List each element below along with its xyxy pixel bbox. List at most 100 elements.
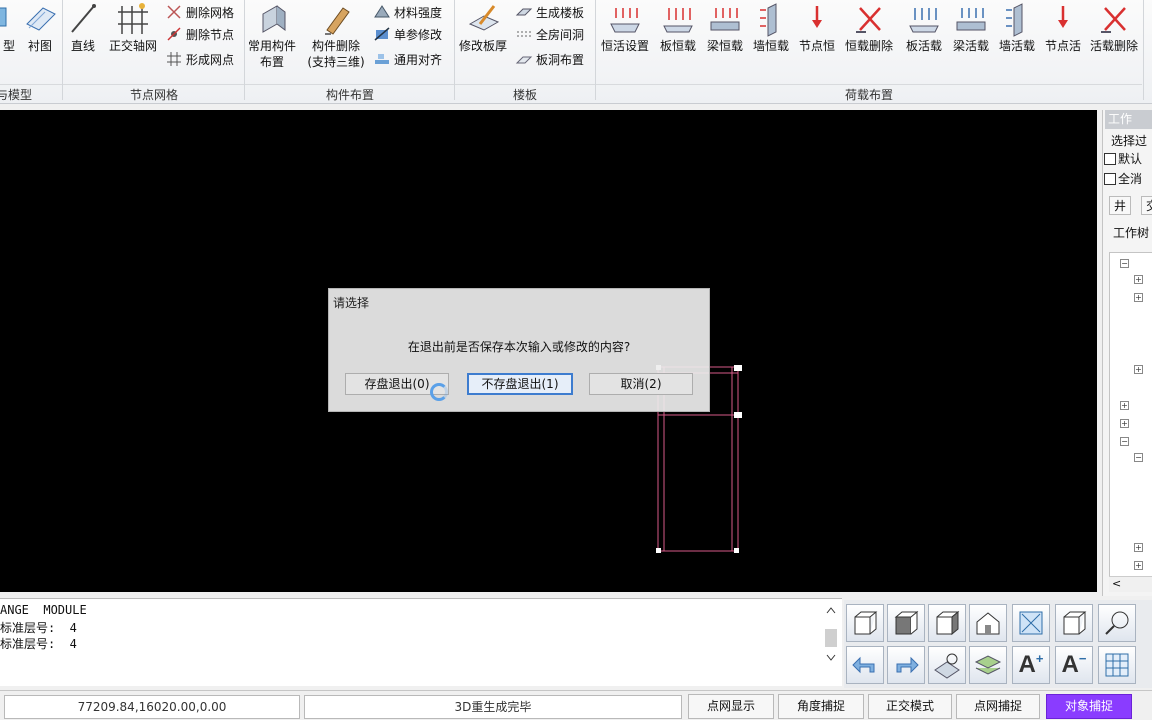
delete-node-label: 删除节点: [186, 27, 235, 42]
form-node-button[interactable]: 形成网点: [165, 47, 234, 71]
undo-button[interactable]: [846, 646, 884, 684]
beam-load-icon: [710, 8, 740, 31]
clear-all-checkbox[interactable]: [1104, 172, 1116, 185]
slab-dead-load-button[interactable]: 板恒载: [656, 0, 700, 82]
box-view-button[interactable]: [1055, 604, 1093, 642]
full-room-opening-button[interactable]: 全房间洞: [515, 22, 584, 46]
default-checkbox[interactable]: [1104, 152, 1116, 165]
live-load-delete-label: 活载删除: [1089, 39, 1138, 53]
material-strength-button[interactable]: 材料强度: [373, 0, 442, 24]
node-dead-button[interactable]: 节点恒: [794, 0, 840, 82]
general-align-button[interactable]: 通用对齐: [373, 47, 442, 71]
underlay-button[interactable]: 衬图: [22, 0, 58, 82]
line-button-label: 直线: [70, 39, 95, 53]
component-delete-button[interactable]: 构件删除 (支持三维): [303, 0, 369, 82]
node-load-icon: [812, 6, 822, 28]
front-view-button[interactable]: [846, 604, 884, 642]
beam-live-load-label: 梁活载: [952, 39, 989, 53]
layer-filter-icon: [934, 653, 960, 679]
box-icon: [1063, 611, 1087, 635]
grid-snap-toggle[interactable]: 点网捕捉: [956, 694, 1040, 719]
beam-live-load-button[interactable]: 梁活载: [948, 0, 994, 82]
layer-filter-button[interactable]: [928, 646, 966, 684]
delete-grid-button[interactable]: 删除网格: [165, 0, 234, 24]
iso-view-button[interactable]: [969, 604, 1007, 642]
node-live-button[interactable]: 节点活: [1040, 0, 1086, 82]
tree-collapse-icon[interactable]: −: [1120, 259, 1129, 268]
live-load-delete-button[interactable]: 活载删除: [1086, 0, 1142, 82]
form-node-icon: [167, 52, 181, 66]
ribbon-group-model: 型 衬图 与模型: [0, 0, 62, 104]
delete-node-button[interactable]: 删除节点: [165, 22, 234, 46]
font-shrink-button[interactable]: A−: [1055, 646, 1093, 684]
ortho-axis-grid-button[interactable]: 正交轴网: [105, 0, 161, 82]
tree-collapse-icon[interactable]: −: [1134, 453, 1143, 462]
form-node-label: 形成网点: [186, 52, 235, 67]
drawing-canvas[interactable]: 请选择 在退出前是否保存本次输入或修改的内容? 存盘退出(0) 不存盘退出(1)…: [0, 110, 1097, 592]
wall-dead-load-button[interactable]: 墙恒载: [748, 0, 794, 82]
tree-expand-icon[interactable]: +: [1134, 365, 1143, 374]
top-view-button[interactable]: [887, 604, 925, 642]
redo-button[interactable]: [887, 646, 925, 684]
dead-live-setting-label: 恒活设置: [600, 39, 649, 53]
slab-dead-load-label: 板恒载: [659, 39, 696, 53]
modify-slab-thickness-button[interactable]: 修改板厚: [455, 0, 511, 82]
line-icon: [71, 4, 96, 33]
wall-dead-load-label: 墙恒载: [752, 39, 789, 53]
generate-slab-button[interactable]: 生成楼板: [515, 0, 584, 24]
group-label-node-grid: 节点网格: [63, 84, 245, 102]
grid-view-button[interactable]: [1098, 646, 1136, 684]
work-tree[interactable]: − + + + + + − − + +: [1109, 252, 1152, 590]
layer-stack-button[interactable]: [969, 646, 1007, 684]
command-scrollbar[interactable]: [822, 603, 840, 667]
modify-icon: [374, 27, 390, 41]
dead-load-delete-button[interactable]: 恒载删除: [840, 0, 898, 82]
font-enlarge-button[interactable]: A+: [1012, 646, 1050, 684]
default-checkbox-label: 默认: [1118, 152, 1143, 166]
angle-snap-toggle[interactable]: 角度捕捉: [778, 694, 864, 719]
subtab-b[interactable]: 交: [1141, 196, 1152, 215]
clear-all-checkbox-row[interactable]: 全消: [1104, 170, 1142, 187]
slab-live-load-button[interactable]: 板活载: [902, 0, 946, 82]
no-save-exit-button[interactable]: 不存盘退出(1): [467, 373, 573, 395]
type-button[interactable]: 型: [0, 0, 24, 82]
font-shrink-icon: A−: [1061, 651, 1087, 678]
slab-opening-icon: [515, 56, 533, 64]
scroll-thumb[interactable]: [825, 629, 837, 647]
zoom-extents-button[interactable]: [1012, 604, 1050, 642]
slab-load-icon: [663, 8, 693, 33]
orbit-button[interactable]: [1098, 604, 1136, 642]
command-output[interactable]: ANGE MODULE 标准层号: 4 标准层号: 4: [0, 598, 842, 686]
scroll-left-icon[interactable]: <: [1112, 577, 1121, 590]
cube-top-icon: [894, 610, 919, 635]
subtab-a[interactable]: 井: [1109, 196, 1132, 215]
single-param-modify-button[interactable]: 单参修改: [373, 22, 442, 46]
cancel-button[interactable]: 取消(2): [589, 373, 693, 395]
default-checkbox-row[interactable]: 默认: [1104, 150, 1142, 167]
grid-display-toggle[interactable]: 点网显示: [688, 694, 774, 719]
tree-horizontal-scrollbar[interactable]: <: [1109, 576, 1152, 592]
line-button[interactable]: 直线: [65, 0, 101, 82]
wall-live-load-button[interactable]: 墙活载: [994, 0, 1040, 82]
slab-opening-button[interactable]: 板洞布置: [515, 47, 584, 71]
dialog-title: 请选择: [333, 296, 370, 310]
tree-expand-icon[interactable]: +: [1134, 275, 1143, 284]
orbit-icon: [1105, 611, 1129, 635]
ortho-mode-toggle[interactable]: 正交模式: [868, 694, 952, 719]
work-panel-tab[interactable]: 工作: [1105, 110, 1152, 129]
beam-dead-load-button[interactable]: 梁恒载: [702, 0, 748, 82]
dead-live-setting-button[interactable]: 恒活设置: [596, 0, 654, 82]
tree-expand-icon[interactable]: +: [1134, 543, 1143, 552]
tree-expand-icon[interactable]: +: [1134, 293, 1143, 302]
command-line: 标准层号: 4: [0, 621, 77, 635]
tree-expand-icon[interactable]: +: [1134, 561, 1143, 570]
tree-expand-icon[interactable]: +: [1120, 419, 1129, 428]
common-component-button[interactable]: 常用构件 布置: [245, 0, 299, 82]
tree-collapse-icon[interactable]: −: [1120, 437, 1129, 446]
single-param-modify-label: 单参修改: [394, 27, 443, 42]
object-snap-toggle[interactable]: 对象捕捉: [1046, 694, 1132, 719]
common-component-label-2: 布置: [259, 55, 284, 69]
side-view-button[interactable]: [928, 604, 966, 642]
view-toolbar: A+ A−: [844, 600, 1152, 688]
tree-expand-icon[interactable]: +: [1120, 401, 1129, 410]
